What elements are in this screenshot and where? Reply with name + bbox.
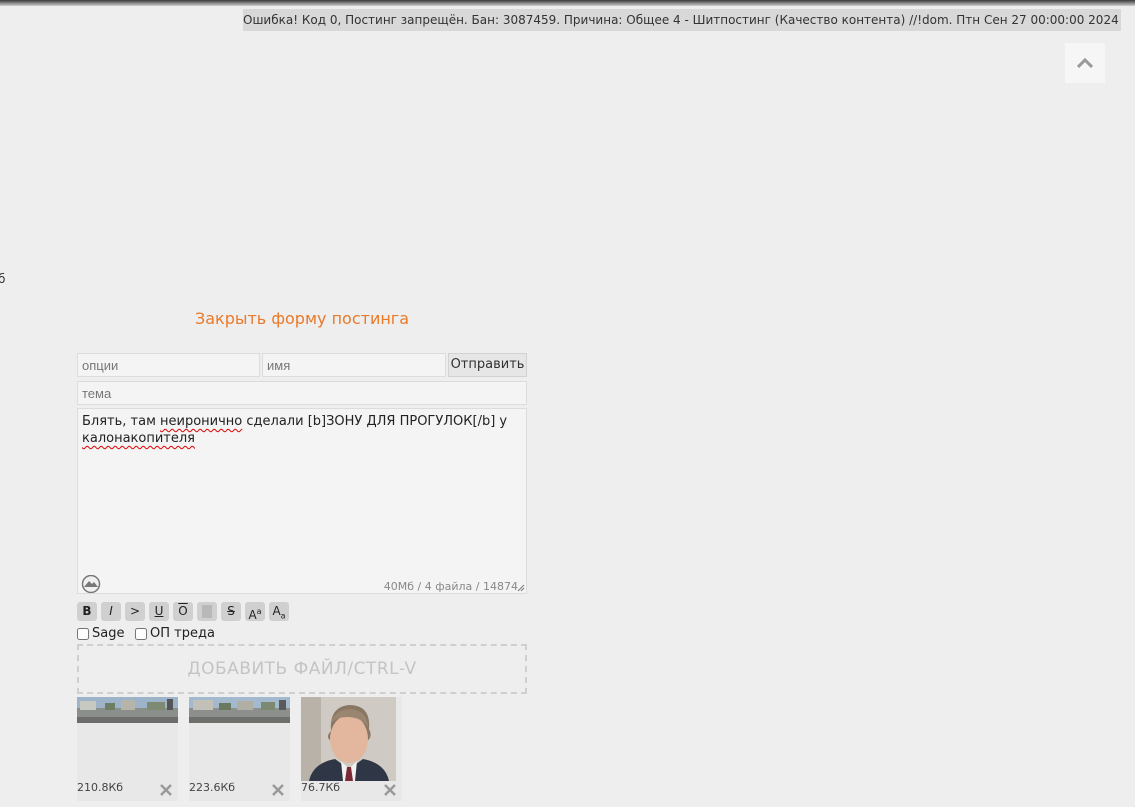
comment-misspelled-word: неиронично	[160, 414, 243, 429]
underline-button[interactable]: U	[149, 602, 169, 621]
comment-misspelled-word: калонакопителя	[82, 431, 196, 446]
comment-part: сделали [b]ЗОНУ ДЛЯ ПРОГУЛОК[/b] у	[246, 414, 508, 429]
close-form-link[interactable]: Закрыть форму постинга	[77, 309, 527, 328]
spoiler-button[interactable]	[197, 602, 217, 621]
overline-button[interactable]: O	[173, 602, 193, 621]
add-file-dropzone[interactable]: ДОБАВИТЬ ФАЙЛ/CTRL-V	[77, 644, 527, 694]
close-icon[interactable]	[383, 783, 397, 797]
street-photo-image	[77, 697, 178, 723]
close-icon[interactable]	[159, 783, 173, 797]
superscript-glyph: Aa	[248, 607, 262, 622]
close-icon[interactable]	[271, 783, 285, 797]
window-top-edge	[0, 0, 1135, 6]
subscript-glyph: Aa	[272, 604, 286, 621]
op-label: ОП треда	[150, 626, 215, 641]
spoiler-swatch	[202, 605, 212, 618]
comment-textarea[interactable]: Блять, там неиронично сделали [b]ЗОНУ ДЛ…	[77, 408, 527, 594]
attachment-thumb[interactable]: 76.7Кб	[301, 697, 402, 801]
send-button[interactable]: Отправить	[448, 353, 527, 377]
error-banner: Ошибка! Код 0, Постинг запрещён. Бан: 30…	[243, 9, 1121, 31]
upload-limits: 40Мб / 4 файла / 14874	[383, 580, 518, 593]
subject-input[interactable]	[77, 381, 527, 405]
name-input[interactable]	[262, 353, 446, 377]
portrait-photo-image	[301, 697, 396, 781]
street-photo-image	[189, 697, 290, 723]
sage-checkbox-row[interactable]: Sage	[77, 626, 124, 641]
subscript-button[interactable]: Aa Aa	[269, 602, 289, 621]
strike-button[interactable]: S	[221, 602, 241, 621]
sage-label: Sage	[92, 626, 125, 641]
resize-grip-icon[interactable]	[517, 584, 525, 592]
attachment-thumb[interactable]: 210.8Кб	[77, 697, 178, 801]
chevron-up-icon	[1077, 58, 1093, 68]
superscript-button[interactable]: Aa Aa	[245, 602, 265, 622]
stray-text: б	[0, 272, 6, 286]
sage-checkbox[interactable]	[77, 627, 89, 640]
comment-text: Блять, там неиронично сделали [b]ЗОНУ ДЛ…	[82, 413, 512, 447]
scroll-to-top-button[interactable]	[1065, 43, 1105, 83]
error-message: Ошибка! Код 0, Постинг запрещён. Бан: 30…	[243, 13, 1119, 27]
op-checkbox-row[interactable]: ОП треда	[135, 626, 215, 641]
op-checkbox[interactable]	[135, 627, 147, 640]
comment-part: Блять, там	[82, 414, 161, 429]
attachment-size: 223.6Кб	[189, 781, 236, 794]
attachment-size: 210.8Кб	[77, 781, 124, 794]
attachment-thumb[interactable]: 223.6Кб	[189, 697, 290, 801]
attachment-size: 76.7Кб	[301, 781, 341, 794]
options-input[interactable]	[77, 353, 260, 377]
quote-button[interactable]: >	[125, 602, 145, 621]
bold-button[interactable]: B	[77, 602, 97, 621]
cloud-icon[interactable]	[81, 575, 101, 593]
italic-button[interactable]: I	[101, 602, 121, 621]
